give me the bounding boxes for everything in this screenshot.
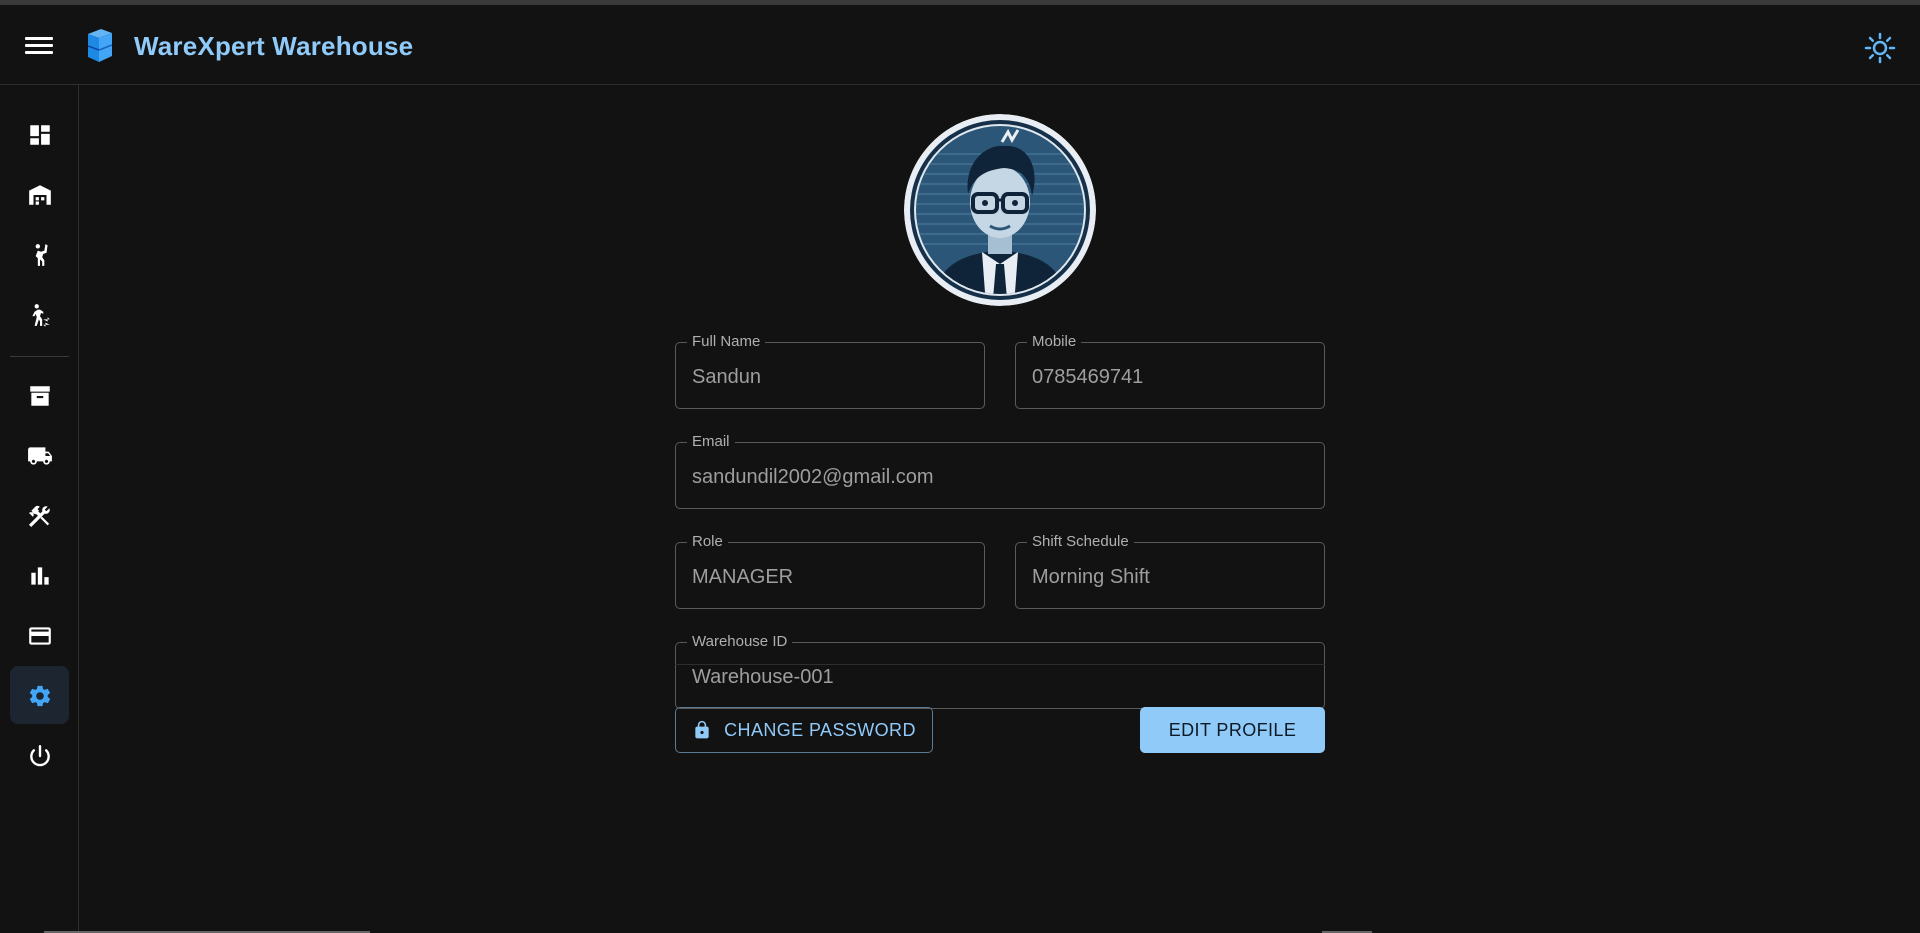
role-value[interactable]: MANAGER [692,565,968,589]
truck-icon [28,447,52,465]
change-password-button[interactable]: CHANGE PASSWORD [675,707,933,753]
menu-icon[interactable] [25,34,53,58]
full-name-label: Full Name [692,333,761,350]
sun-icon[interactable] [1864,32,1896,64]
warehouse-id-label: Warehouse ID [692,633,788,650]
sidebar-item-inventory[interactable] [10,366,69,424]
profile-page: Full Name Sandun Mobile 0785469741 Email… [79,85,1920,933]
sidebar [0,85,79,933]
warehouse-icon [29,185,51,205]
role-label: Role [692,533,723,550]
sidebar-divider [10,356,69,357]
edit-profile-button[interactable]: EDIT PROFILE [1140,707,1325,753]
sidebar-item-staff[interactable] [10,225,69,283]
sidebar-item-payments[interactable] [10,606,69,664]
person-raising-hand-icon [35,244,48,266]
app-title: WareXpert Warehouse [134,31,414,61]
power-icon [30,745,50,767]
warehouse-id-field[interactable]: Warehouse ID Warehouse-001 [675,633,1325,709]
sidebar-item-logout[interactable] [10,726,69,784]
warehouse-id-value[interactable]: Warehouse-001 [692,665,1308,689]
email-label: Email [692,433,730,450]
mobile-label: Mobile [1032,333,1077,350]
credit-card-icon [29,627,51,645]
sidebar-item-equipment[interactable] [10,486,69,544]
section-divider [675,664,1325,665]
shift-schedule-value[interactable]: Morning Shift [1032,565,1308,589]
cube-logo-icon [87,29,113,62]
shift-schedule-field[interactable]: Shift Schedule Morning Shift [1015,533,1325,609]
change-password-label: CHANGE PASSWORD [724,719,916,740]
sidebar-item-warehouse[interactable] [10,165,69,223]
sidebar-item-reports[interactable] [10,546,69,604]
mobile-field[interactable]: Mobile 0785469741 [1015,333,1325,409]
sidebar-item-delivery[interactable] [10,426,69,484]
full-name-field[interactable]: Full Name Sandun [675,333,985,409]
settings-icon [29,685,51,707]
mobile-value[interactable]: 0785469741 [1032,365,1308,389]
person-transfer-icon [32,304,50,327]
role-field[interactable]: Role MANAGER [675,533,985,609]
email-value[interactable]: sandundil2002@gmail.com [692,465,1308,489]
sidebar-item-staff-transfer[interactable] [10,285,69,343]
shift-schedule-label: Shift Schedule [1032,533,1129,550]
edit-profile-label: EDIT PROFILE [1168,719,1297,740]
app-bar: WareXpert Warehouse [0,5,1920,85]
lock-icon [695,720,709,739]
sidebar-item-dashboard[interactable] [10,105,69,163]
bar-chart-icon [31,567,49,585]
tools-icon [28,505,50,528]
dashboard-icon [30,125,50,145]
email-field[interactable]: Email sandundil2002@gmail.com [675,433,1325,509]
sidebar-item-settings[interactable] [10,666,69,724]
full-name-value[interactable]: Sandun [692,365,968,389]
avatar [904,114,1096,306]
inventory-box-icon [30,386,50,406]
